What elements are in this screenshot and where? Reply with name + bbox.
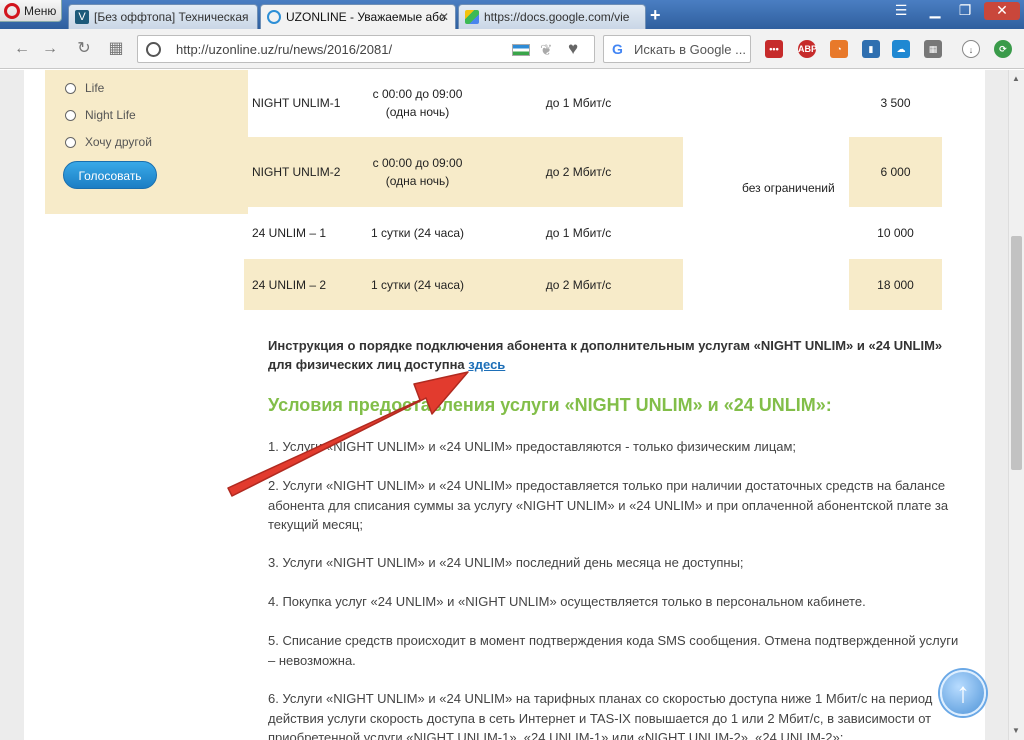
annotation-arrow-icon <box>227 371 469 497</box>
scroll-up-icon[interactable]: ▲ <box>1012 74 1020 83</box>
scrollbar-thumb[interactable] <box>1011 236 1022 470</box>
scroll-top-arrow-icon[interactable]: ↑ <box>940 670 986 716</box>
scroll-down-icon[interactable]: ▼ <box>1012 726 1020 735</box>
page-scrollbar[interactable]: ▲ ▼ <box>1008 70 1024 740</box>
